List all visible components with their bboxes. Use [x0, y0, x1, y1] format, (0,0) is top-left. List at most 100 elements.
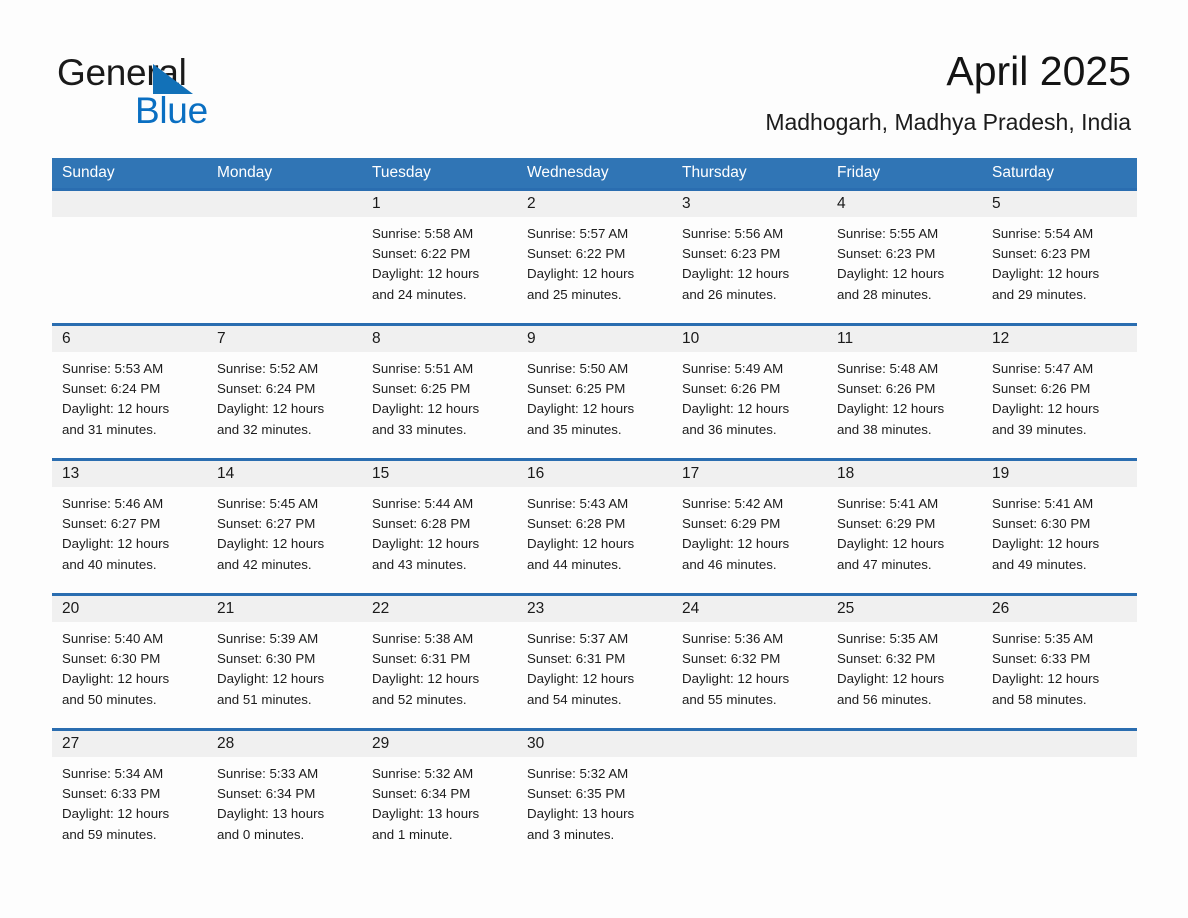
day-number	[982, 731, 1137, 757]
day-cell[interactable]	[207, 191, 362, 323]
day-number: 3	[672, 191, 827, 217]
day-cell[interactable]: 28 Sunrise: 5:33 AM Sunset: 6:34 PM Dayli…	[207, 731, 362, 863]
day-cell[interactable]: 23 Sunrise: 5:37 AM Sunset: 6:31 PM Dayli…	[517, 596, 672, 728]
day-number: 16	[517, 461, 672, 487]
week-row: 20 Sunrise: 5:40 AM Sunset: 6:30 PM Dayli…	[52, 593, 1137, 728]
day-info: Sunrise: 5:35 AM Sunset: 6:32 PM Dayligh…	[837, 631, 945, 707]
day-info: Sunrise: 5:39 AM Sunset: 6:30 PM Dayligh…	[217, 631, 325, 707]
day-number	[672, 731, 827, 757]
day-info: Sunrise: 5:47 AM Sunset: 6:26 PM Dayligh…	[992, 361, 1100, 437]
day-number: 30	[517, 731, 672, 757]
calendar-table: Sunday Monday Tuesday Wednesday Thursday…	[52, 158, 1137, 863]
day-number: 28	[207, 731, 362, 757]
day-cell[interactable]: 2 Sunrise: 5:57 AM Sunset: 6:22 PM Daylig…	[517, 191, 672, 323]
day-cell[interactable]: 20 Sunrise: 5:40 AM Sunset: 6:30 PM Dayli…	[52, 596, 207, 728]
day-cell[interactable]: 11 Sunrise: 5:48 AM Sunset: 6:26 PM Dayli…	[827, 326, 982, 458]
day-cell[interactable]: 13 Sunrise: 5:46 AM Sunset: 6:27 PM Dayli…	[52, 461, 207, 593]
day-cell[interactable]: 18 Sunrise: 5:41 AM Sunset: 6:29 PM Dayli…	[827, 461, 982, 593]
day-cell[interactable]: 4 Sunrise: 5:55 AM Sunset: 6:23 PM Daylig…	[827, 191, 982, 323]
day-number: 10	[672, 326, 827, 352]
day-number: 5	[982, 191, 1137, 217]
day-cell[interactable]: 9 Sunrise: 5:50 AM Sunset: 6:25 PM Daylig…	[517, 326, 672, 458]
day-info: Sunrise: 5:57 AM Sunset: 6:22 PM Dayligh…	[527, 226, 635, 302]
day-info	[52, 217, 207, 224]
day-info	[827, 757, 982, 764]
weekday-tuesday: Tuesday	[372, 164, 431, 181]
day-number: 18	[827, 461, 982, 487]
day-number	[52, 191, 207, 217]
weekday-wednesday: Wednesday	[527, 164, 609, 181]
day-number: 9	[517, 326, 672, 352]
day-cell[interactable]: 19 Sunrise: 5:41 AM Sunset: 6:30 PM Dayli…	[982, 461, 1137, 593]
day-info: Sunrise: 5:49 AM Sunset: 6:26 PM Dayligh…	[682, 361, 790, 437]
week-row: 27 Sunrise: 5:34 AM Sunset: 6:33 PM Dayli…	[52, 728, 1137, 863]
day-info: Sunrise: 5:46 AM Sunset: 6:27 PM Dayligh…	[62, 496, 170, 572]
day-cell[interactable]: 21 Sunrise: 5:39 AM Sunset: 6:30 PM Dayli…	[207, 596, 362, 728]
day-number: 2	[517, 191, 672, 217]
day-number: 25	[827, 596, 982, 622]
day-cell[interactable]: 6 Sunrise: 5:53 AM Sunset: 6:24 PM Daylig…	[52, 326, 207, 458]
day-cell[interactable]	[52, 191, 207, 323]
day-cell[interactable]	[672, 731, 827, 863]
day-cell[interactable]: 7 Sunrise: 5:52 AM Sunset: 6:24 PM Daylig…	[207, 326, 362, 458]
day-info: Sunrise: 5:38 AM Sunset: 6:31 PM Dayligh…	[372, 631, 480, 707]
day-cell[interactable]: 25 Sunrise: 5:35 AM Sunset: 6:32 PM Dayli…	[827, 596, 982, 728]
day-info: Sunrise: 5:48 AM Sunset: 6:26 PM Dayligh…	[837, 361, 945, 437]
day-cell[interactable]: 24 Sunrise: 5:36 AM Sunset: 6:32 PM Dayli…	[672, 596, 827, 728]
day-info: Sunrise: 5:45 AM Sunset: 6:27 PM Dayligh…	[217, 496, 325, 572]
week-row: 13 Sunrise: 5:46 AM Sunset: 6:27 PM Dayli…	[52, 458, 1137, 593]
weekday-sunday: Sunday	[62, 164, 115, 181]
day-info: Sunrise: 5:32 AM Sunset: 6:34 PM Dayligh…	[372, 766, 480, 842]
day-cell[interactable]: 10 Sunrise: 5:49 AM Sunset: 6:26 PM Dayli…	[672, 326, 827, 458]
location-subtitle: Madhogarh, Madhya Pradesh, India	[765, 109, 1131, 135]
day-number: 6	[52, 326, 207, 352]
day-cell[interactable]	[982, 731, 1137, 863]
day-cell[interactable]	[827, 731, 982, 863]
day-number: 7	[207, 326, 362, 352]
day-cell[interactable]: 1 Sunrise: 5:58 AM Sunset: 6:22 PM Daylig…	[362, 191, 517, 323]
general-blue-logo[interactable]: General Blue	[57, 52, 357, 132]
day-cell[interactable]: 27 Sunrise: 5:34 AM Sunset: 6:33 PM Dayli…	[52, 731, 207, 863]
day-number: 4	[827, 191, 982, 217]
day-cell[interactable]: 29 Sunrise: 5:32 AM Sunset: 6:34 PM Dayli…	[362, 731, 517, 863]
page-header: General Blue April 2025 Madhogarh, Madhy…	[0, 0, 1188, 158]
day-cell[interactable]: 12 Sunrise: 5:47 AM Sunset: 6:26 PM Dayli…	[982, 326, 1137, 458]
weekday-friday: Friday	[837, 164, 881, 181]
day-info	[672, 757, 827, 764]
day-info: Sunrise: 5:43 AM Sunset: 6:28 PM Dayligh…	[527, 496, 635, 572]
weekday-thursday: Thursday	[682, 164, 747, 181]
day-cell[interactable]: 15 Sunrise: 5:44 AM Sunset: 6:28 PM Dayli…	[362, 461, 517, 593]
day-info: Sunrise: 5:36 AM Sunset: 6:32 PM Dayligh…	[682, 631, 790, 707]
day-info: Sunrise: 5:50 AM Sunset: 6:25 PM Dayligh…	[527, 361, 635, 437]
day-cell[interactable]: 30 Sunrise: 5:32 AM Sunset: 6:35 PM Dayli…	[517, 731, 672, 863]
day-info: Sunrise: 5:52 AM Sunset: 6:24 PM Dayligh…	[217, 361, 325, 437]
week-row: 1 Sunrise: 5:58 AM Sunset: 6:22 PM Daylig…	[52, 188, 1137, 323]
day-cell[interactable]: 17 Sunrise: 5:42 AM Sunset: 6:29 PM Dayli…	[672, 461, 827, 593]
day-number: 29	[362, 731, 517, 757]
day-info: Sunrise: 5:42 AM Sunset: 6:29 PM Dayligh…	[682, 496, 790, 572]
day-cell[interactable]: 8 Sunrise: 5:51 AM Sunset: 6:25 PM Daylig…	[362, 326, 517, 458]
day-cell[interactable]: 16 Sunrise: 5:43 AM Sunset: 6:28 PM Dayli…	[517, 461, 672, 593]
day-number: 17	[672, 461, 827, 487]
page-title: April 2025	[946, 48, 1131, 94]
weekday-header-row: Sunday Monday Tuesday Wednesday Thursday…	[52, 158, 1137, 188]
day-info: Sunrise: 5:40 AM Sunset: 6:30 PM Dayligh…	[62, 631, 170, 707]
day-number: 15	[362, 461, 517, 487]
day-info: Sunrise: 5:54 AM Sunset: 6:23 PM Dayligh…	[992, 226, 1100, 302]
day-info: Sunrise: 5:41 AM Sunset: 6:30 PM Dayligh…	[992, 496, 1100, 572]
day-info: Sunrise: 5:41 AM Sunset: 6:29 PM Dayligh…	[837, 496, 945, 572]
day-cell[interactable]: 26 Sunrise: 5:35 AM Sunset: 6:33 PM Dayli…	[982, 596, 1137, 728]
day-info: Sunrise: 5:58 AM Sunset: 6:22 PM Dayligh…	[372, 226, 480, 302]
day-info: Sunrise: 5:37 AM Sunset: 6:31 PM Dayligh…	[527, 631, 635, 707]
day-info: Sunrise: 5:44 AM Sunset: 6:28 PM Dayligh…	[372, 496, 480, 572]
day-info: Sunrise: 5:35 AM Sunset: 6:33 PM Dayligh…	[992, 631, 1100, 707]
day-info: Sunrise: 5:51 AM Sunset: 6:25 PM Dayligh…	[372, 361, 480, 437]
day-cell[interactable]: 14 Sunrise: 5:45 AM Sunset: 6:27 PM Dayli…	[207, 461, 362, 593]
logo-text-blue: Blue	[135, 90, 208, 131]
day-cell[interactable]: 3 Sunrise: 5:56 AM Sunset: 6:23 PM Daylig…	[672, 191, 827, 323]
day-number: 20	[52, 596, 207, 622]
day-number: 21	[207, 596, 362, 622]
day-number: 12	[982, 326, 1137, 352]
day-cell[interactable]: 22 Sunrise: 5:38 AM Sunset: 6:31 PM Dayli…	[362, 596, 517, 728]
day-cell[interactable]: 5 Sunrise: 5:54 AM Sunset: 6:23 PM Daylig…	[982, 191, 1137, 323]
